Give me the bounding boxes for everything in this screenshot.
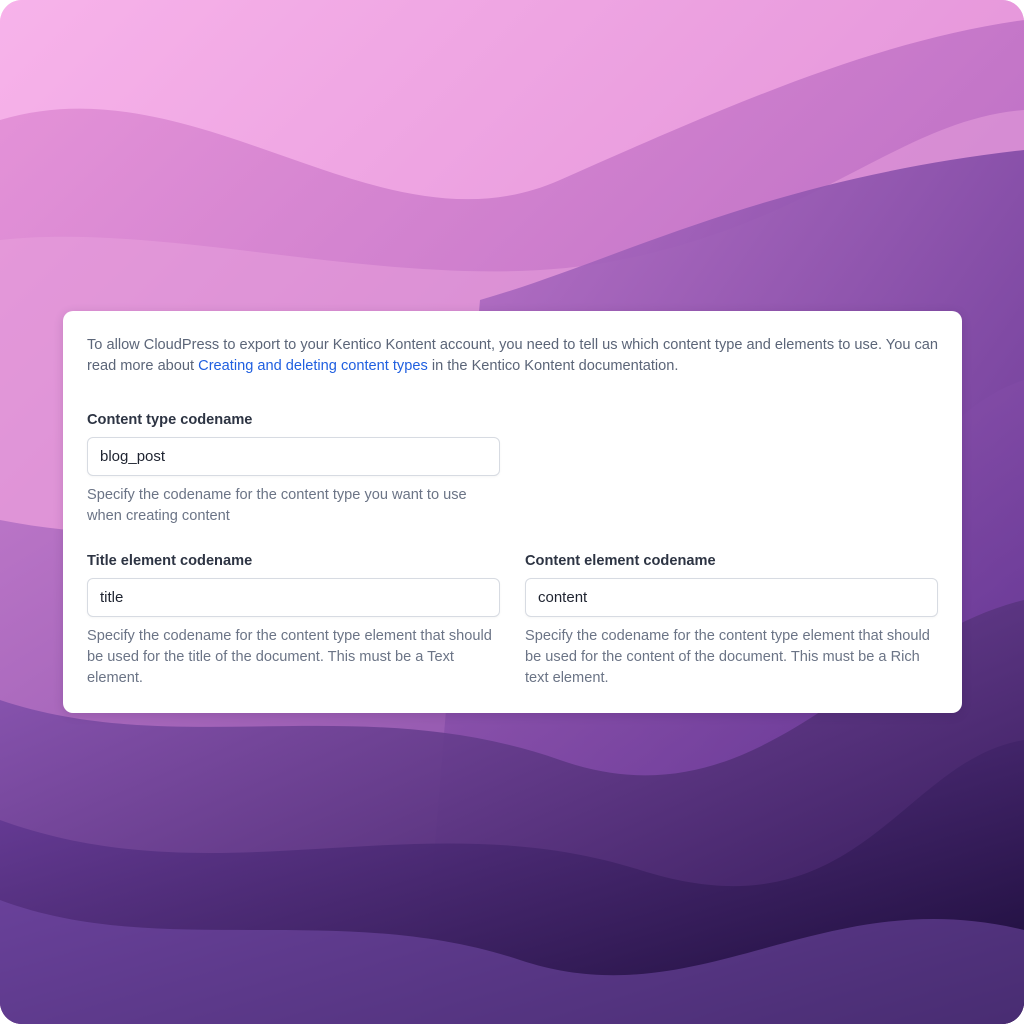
content-element-input[interactable] [525,578,938,617]
title-element-label: Title element codename [87,553,253,569]
content-type-field: Content type codename Specify the codena… [87,410,500,527]
creating-content-types-link[interactable]: Creating and deleting content types [198,358,428,374]
settings-card: To allow CloudPress to export to your Ke… [63,311,962,713]
content-element-help: Specify the codename for the content typ… [525,628,930,686]
wallpaper-background: To allow CloudPress to export to your Ke… [0,0,1024,1024]
title-element-input[interactable] [87,578,500,617]
intro-text-after: in the Kentico Kontent documentation. [427,358,679,374]
content-type-label: Content type codename [87,412,253,428]
title-element-help: Specify the codename for the content typ… [87,628,492,686]
content-element-label: Content element codename [525,553,716,569]
intro-text: To allow CloudPress to export to your Ke… [87,335,947,377]
content-type-input[interactable] [87,437,500,476]
content-element-field: Content element codename Specify the cod… [525,551,938,689]
content-type-help: Specify the codename for the content typ… [87,487,467,524]
title-element-field: Title element codename Specify the coden… [87,551,500,689]
